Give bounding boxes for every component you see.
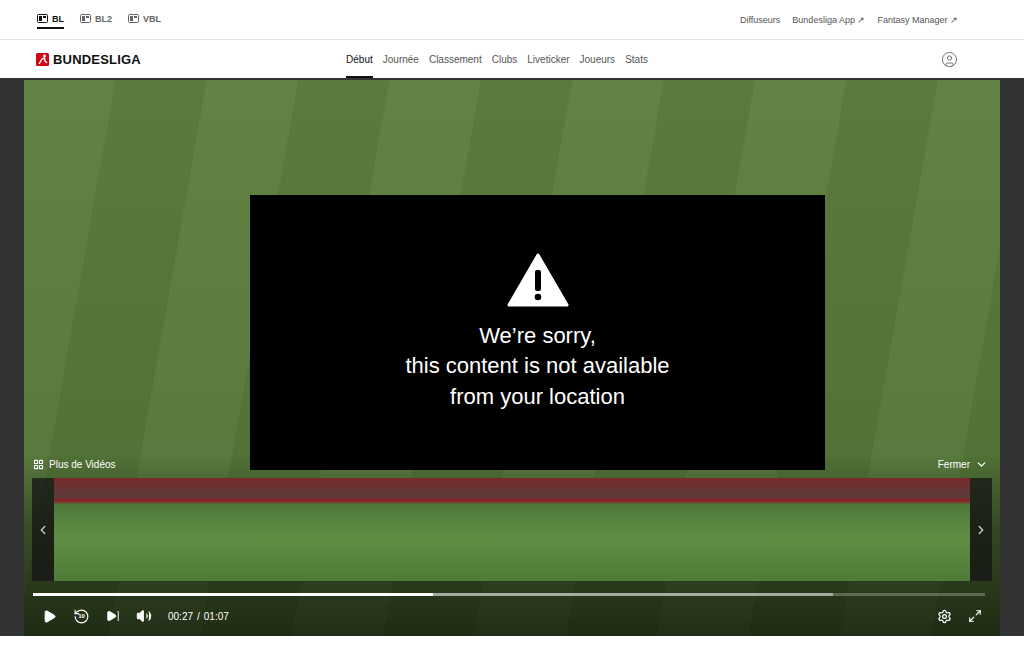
- top-links: Diffuseurs Bundesliga App ↗ Fantasy Manage…: [740, 15, 958, 25]
- nav-item[interactable]: Stats: [625, 40, 648, 78]
- control-bar: 10 00:27/01:07: [24, 596, 1000, 636]
- nav-item[interactable]: Classement: [429, 40, 482, 78]
- time-display: 00:27/01:07: [168, 611, 229, 622]
- play-button[interactable]: [42, 609, 57, 624]
- video-thumbnail[interactable]: [237, 478, 420, 581]
- grid-icon: [33, 459, 44, 470]
- video-thumbnail[interactable]: [54, 478, 237, 581]
- league-tab[interactable]: VBL: [128, 11, 161, 29]
- progress-fill: [33, 593, 433, 596]
- page: BL BL2 VBL Diffuseurs Bundesliga App ↗ Fantas…: [0, 0, 1024, 653]
- video-thumbnail[interactable]: [787, 478, 970, 581]
- logo[interactable]: BUNDESLIGA: [36, 52, 346, 67]
- thumbnail-list: [54, 478, 970, 581]
- thumbnail-strip: [24, 478, 1000, 581]
- nav-item[interactable]: Joueurs: [580, 40, 616, 78]
- settings-button[interactable]: [937, 609, 952, 624]
- next-button[interactable]: [970, 478, 992, 581]
- league-icon: [80, 14, 91, 23]
- controller-icon: [128, 14, 139, 23]
- league-tab[interactable]: BL2: [80, 11, 112, 29]
- chevron-down-icon: [975, 458, 988, 471]
- nav-item[interactable]: Journée: [383, 40, 419, 78]
- replay-button[interactable]: 10: [73, 608, 90, 625]
- top-link[interactable]: Bundesliga App ↗: [792, 15, 865, 25]
- account-button[interactable]: [941, 51, 958, 68]
- volume-button[interactable]: [136, 608, 152, 624]
- gear-icon: [937, 609, 952, 624]
- play-icon: [42, 609, 57, 624]
- video-stage: We’re sorry,this content is not availabl…: [0, 78, 1024, 636]
- user-icon: [941, 51, 958, 68]
- progress-bar[interactable]: [33, 593, 985, 596]
- error-text: We’re sorry,this content is not availabl…: [405, 321, 669, 412]
- fullscreen-icon: [968, 609, 982, 623]
- close-strip-button[interactable]: Fermer: [938, 458, 988, 471]
- warning-icon: [507, 253, 569, 307]
- fullscreen-button[interactable]: [968, 609, 982, 623]
- bundesliga-logo-icon: [36, 53, 49, 66]
- chevron-right-icon: [974, 523, 988, 537]
- top-link[interactable]: Diffuseurs: [740, 15, 780, 25]
- nav-item[interactable]: Clubs: [492, 40, 518, 78]
- volume-icon: [136, 608, 152, 624]
- league-tab[interactable]: BL: [37, 11, 64, 29]
- league-tabs: BL BL2 VBL: [37, 11, 161, 29]
- more-videos-button[interactable]: Plus de Vidéos: [33, 459, 116, 470]
- top-bar: BL BL2 VBL Diffuseurs Bundesliga App ↗ Fantas…: [0, 0, 1024, 40]
- video-thumbnail[interactable]: [420, 478, 603, 581]
- top-link[interactable]: Fantasy Manager ↗: [877, 15, 958, 25]
- nav-item[interactable]: Liveticker: [527, 40, 569, 78]
- skip-forward-icon: [106, 609, 120, 623]
- chevron-left-icon: [36, 523, 50, 537]
- next-video-button[interactable]: [106, 609, 120, 623]
- previous-button[interactable]: [32, 478, 54, 581]
- strip-header: Plus de Vidéos Fermer: [24, 454, 1000, 478]
- nav-item[interactable]: Début: [346, 40, 373, 78]
- player-overlay: Plus de Vidéos Fermer 10 00:27/01:07: [24, 454, 1000, 636]
- nav-list: Début Journée Classement Clubs Liveticker Jou…: [346, 40, 648, 78]
- page-footer: [0, 636, 1024, 653]
- geo-block-message: We’re sorry,this content is not availabl…: [250, 195, 825, 470]
- league-icon: [37, 14, 48, 23]
- main-nav: BUNDESLIGADébut Journée Classement Clubs Liv…: [0, 40, 1024, 78]
- video-thumbnail[interactable]: [604, 478, 787, 581]
- video-player[interactable]: We’re sorry,this content is not availabl…: [24, 80, 1000, 636]
